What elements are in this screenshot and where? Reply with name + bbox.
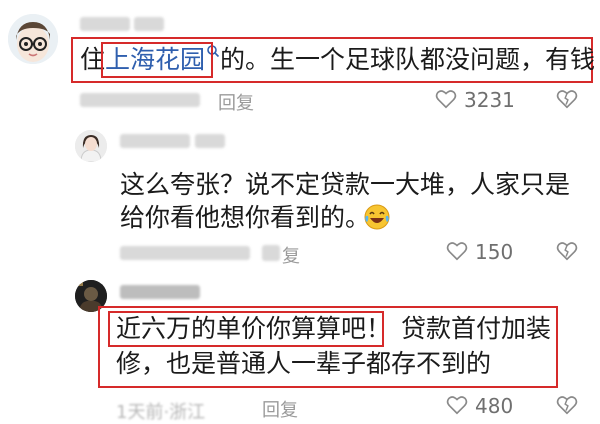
dislike-button[interactable] [556,394,578,416]
highlight-phrase: 近六万的单价你算算吧！ [116,314,392,343]
comment-text-suffix: 的。生一个足球队都没问题，有钱 [220,45,596,74]
like-button[interactable] [435,88,457,110]
comment-text: 给你看他想你看到的。 [120,198,370,238]
person-avatar-icon [75,130,107,162]
username-blurred[interactable] [80,17,130,31]
like-count: 150 [475,240,514,264]
broken-heart-icon [556,396,578,415]
username-blurred[interactable] [120,134,190,148]
girl-avatar-icon [8,14,58,64]
like-count: 3231 [464,88,515,112]
timestamp-blurred [120,246,250,260]
link-highlight-box [101,42,213,78]
laughing-emoji-icon [363,203,391,231]
laughing-emoji-icon [364,204,390,230]
timestamp: 1天前·浙江 [116,402,206,423]
username-blurred[interactable] [120,285,200,299]
timestamp-blurred [80,93,200,107]
username-blurred [134,17,164,31]
dislike-button[interactable] [556,88,578,110]
username-blurred [195,134,225,148]
reply-blurred [262,245,280,261]
avatar[interactable] [8,14,58,64]
reply-button[interactable]: 回复 [262,396,298,422]
like-button[interactable] [446,394,468,416]
comment-text-line: 给你看他想你看到的。 [120,203,371,232]
comment-text-rest: 贷款首付加装 [401,314,552,343]
reply-button[interactable]: 复 [282,242,300,268]
heart-icon [446,242,468,261]
broken-heart-icon [556,242,578,261]
comment-text: 近六万的单价你算算吧！ 贷款首付加装 [116,309,551,349]
avatar[interactable] [75,130,107,162]
dislike-button[interactable] [556,240,578,262]
heart-icon [446,396,468,415]
like-count: 480 [475,394,514,418]
broken-heart-icon [556,90,578,109]
reply-button[interactable]: 回复 [218,89,254,115]
like-button[interactable] [446,240,468,262]
comment-text: 修，也是普通人一辈子都存不到的 [116,349,492,378]
heart-icon [435,90,457,109]
